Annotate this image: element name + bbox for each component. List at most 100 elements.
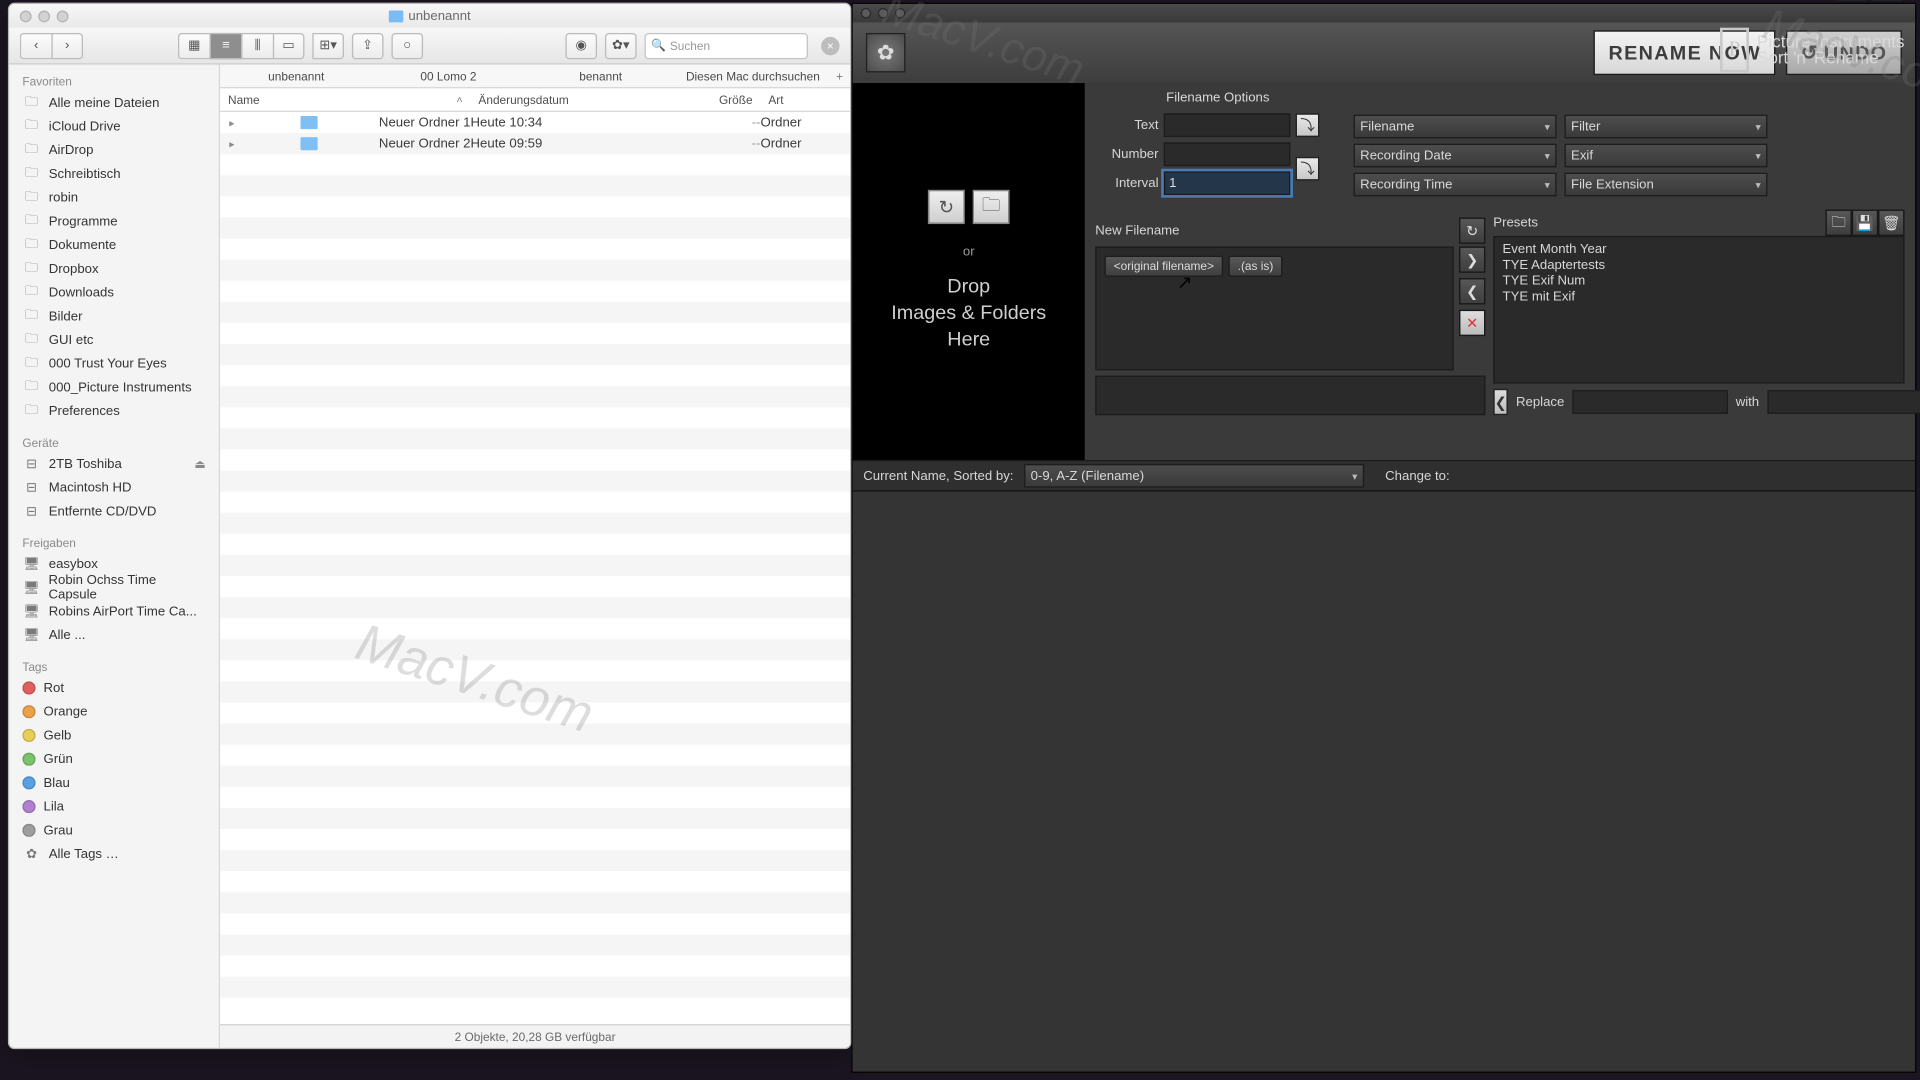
path-item[interactable]: Diesen Mac durchsuchen bbox=[677, 69, 829, 82]
preset-item[interactable]: Event Month Year bbox=[1503, 243, 1896, 257]
view-list[interactable]: ≡ bbox=[210, 32, 242, 58]
preset-folder-button[interactable]: 🗀 bbox=[1825, 210, 1851, 236]
sidebar-item[interactable]: 🗀Dropbox bbox=[9, 257, 219, 281]
settings-button[interactable]: ✿ bbox=[866, 33, 906, 73]
sidebar-item[interactable]: 🗀GUI etc bbox=[9, 328, 219, 352]
tag-as-is[interactable]: .(as is) bbox=[1228, 256, 1282, 277]
preset-item[interactable]: TYE mit Exif bbox=[1503, 290, 1896, 304]
sidebar-tag[interactable]: Blau bbox=[9, 771, 219, 795]
interval-input[interactable] bbox=[1164, 171, 1291, 195]
sidebar-item[interactable]: 🗀Schreibtisch bbox=[9, 162, 219, 186]
tags-button[interactable]: ○ bbox=[391, 32, 423, 58]
reset-filename-button[interactable]: ↻ bbox=[1459, 217, 1485, 243]
presets-list[interactable]: Event Month YearTYE Adaptertests TYE Exif… bbox=[1493, 236, 1904, 384]
sidebar-item[interactable]: 🗀Preferences bbox=[9, 399, 219, 423]
finder-titlebar[interactable]: unbenannt bbox=[9, 4, 850, 28]
sidebar-share[interactable]: 🖥Alle ... bbox=[9, 623, 219, 647]
replace-find-input[interactable] bbox=[1572, 390, 1728, 414]
results-area[interactable] bbox=[853, 492, 1915, 1072]
insert-text-button[interactable]: ⤵ bbox=[1296, 113, 1320, 137]
back-button[interactable]: ‹ bbox=[20, 32, 52, 58]
new-tab-button[interactable]: + bbox=[829, 69, 850, 82]
filter-combo[interactable]: Filter▾ bbox=[1564, 115, 1767, 139]
folder-icon: 🗀 bbox=[22, 190, 40, 206]
exif-combo[interactable]: Exif▾ bbox=[1564, 144, 1767, 168]
sidebar-item[interactable]: 🗀robin bbox=[9, 186, 219, 210]
help-button[interactable]: ? bbox=[1873, 0, 1902, 1]
sidebar-item[interactable]: 🗀000_Picture Instruments bbox=[9, 376, 219, 400]
preset-item[interactable]: TYE Exif Num bbox=[1503, 274, 1896, 288]
search-clear[interactable]: × bbox=[821, 36, 839, 54]
sidebar-device[interactable]: ⊟2TB Toshiba⏏ bbox=[9, 452, 219, 476]
file-extension-combo[interactable]: File Extension▾ bbox=[1564, 173, 1767, 197]
sidebar-item[interactable]: 🗀Alle meine Dateien bbox=[9, 91, 219, 115]
move-left-button[interactable]: ❮ bbox=[1459, 278, 1485, 304]
sidebar-tag[interactable]: Grau bbox=[9, 818, 219, 842]
col-kind[interactable]: Art bbox=[760, 93, 850, 106]
move-right-button[interactable]: ❯ bbox=[1459, 246, 1485, 272]
preset-save-button[interactable]: 💾 bbox=[1852, 210, 1878, 236]
change-to-label: Change to: bbox=[1385, 469, 1449, 483]
sidebar-device[interactable]: ⊟Entfernte CD/DVD bbox=[9, 500, 219, 524]
replace-toggle[interactable]: ❮ bbox=[1493, 389, 1508, 415]
info-button[interactable]: i bbox=[1837, 0, 1866, 1]
empty-row bbox=[220, 492, 850, 513]
sidebar-item[interactable]: 🗀Programme bbox=[9, 210, 219, 234]
arrange-button[interactable]: ⊞▾ bbox=[312, 32, 344, 58]
sort-mode-combo[interactable]: 0-9, A-Z (Filename)▾ bbox=[1024, 464, 1364, 488]
share-button[interactable]: ⇪ bbox=[352, 32, 384, 58]
sidebar-share[interactable]: 🖥Robin Ochss Time Capsule bbox=[9, 576, 219, 600]
preset-item[interactable]: TYE Adaptertests bbox=[1503, 258, 1896, 272]
view-columns[interactable]: ⫼ bbox=[241, 32, 273, 58]
view-icon[interactable]: ▦ bbox=[178, 32, 210, 58]
sidebar-tag[interactable]: Grün bbox=[9, 747, 219, 771]
action-button[interactable]: ✿▾ bbox=[605, 32, 637, 58]
filename-template[interactable]: <original filename> .(as is) bbox=[1095, 246, 1453, 370]
sidebar-tag[interactable]: Lila bbox=[9, 795, 219, 819]
preset-delete-button[interactable]: 🗑 bbox=[1878, 210, 1904, 236]
tag-original-filename[interactable]: <original filename> bbox=[1104, 256, 1223, 277]
number-input[interactable] bbox=[1164, 142, 1291, 166]
filename-combo[interactable]: Filename▾ bbox=[1354, 115, 1557, 139]
insert-number-button[interactable]: ⤵ bbox=[1296, 157, 1320, 181]
table-row[interactable]: ▸Neuer Ordner 2 Heute 09:59 -- Ordner bbox=[220, 133, 850, 154]
folder-icon: 🗀 bbox=[22, 142, 40, 158]
col-name[interactable]: Name˄ bbox=[220, 93, 470, 106]
path-item[interactable]: unbenannt bbox=[220, 69, 372, 82]
forward-button[interactable]: › bbox=[51, 32, 83, 58]
folder-icon: 🗀 bbox=[22, 237, 40, 253]
replace-with-input[interactable] bbox=[1767, 390, 1920, 414]
open-folder-button[interactable]: 🗀 bbox=[973, 190, 1010, 224]
sidebar-device[interactable]: ⊟Macintosh HD bbox=[9, 476, 219, 500]
recording-date-combo[interactable]: Recording Date▾ bbox=[1354, 144, 1557, 168]
disclosure-icon[interactable]: ▸ bbox=[225, 138, 238, 150]
eject-icon[interactable]: ⏏ bbox=[194, 457, 205, 471]
search-field[interactable]: 🔍 Suchen bbox=[645, 32, 808, 58]
sidebar-item[interactable]: 🗀Bilder bbox=[9, 304, 219, 328]
disclosure-icon[interactable]: ▸ bbox=[225, 117, 238, 129]
drop-zone[interactable]: ↻ 🗀 or Drop Images & Folders Here bbox=[853, 83, 1085, 460]
col-size[interactable]: Größe bbox=[681, 93, 760, 106]
file-list[interactable]: ▸Neuer Ordner 1 Heute 10:34 -- Ordner ▸N… bbox=[220, 112, 850, 1024]
view-coverflow[interactable]: ▭ bbox=[273, 32, 305, 58]
table-row[interactable]: ▸Neuer Ordner 1 Heute 10:34 -- Ordner bbox=[220, 112, 850, 133]
sidebar-item[interactable]: 🗀Downloads bbox=[9, 281, 219, 305]
sidebar-tag[interactable]: Orange bbox=[9, 700, 219, 724]
app-titlebar[interactable] bbox=[853, 4, 1915, 22]
sidebar-item[interactable]: 🗀000 Trust Your Eyes bbox=[9, 352, 219, 376]
sidebar-tag[interactable]: Rot bbox=[9, 676, 219, 700]
quicklook-button[interactable]: ◉ bbox=[565, 32, 597, 58]
col-date[interactable]: Änderungsdatum bbox=[471, 93, 682, 106]
path-item[interactable]: 00 Lomo 2 bbox=[372, 69, 524, 82]
sidebar-item[interactable]: 🗀Dokumente bbox=[9, 233, 219, 257]
recording-time-combo[interactable]: Recording Time▾ bbox=[1354, 173, 1557, 197]
delete-tag-button[interactable]: ✕ bbox=[1459, 310, 1485, 336]
path-item[interactable]: benannt bbox=[525, 69, 677, 82]
sidebar-share[interactable]: 🖥Robins AirPort Time Ca... bbox=[9, 600, 219, 624]
refresh-dropzone-button[interactable]: ↻ bbox=[928, 190, 965, 224]
sidebar-all-tags[interactable]: ✿Alle Tags … bbox=[9, 842, 219, 866]
text-input[interactable] bbox=[1164, 113, 1291, 137]
sidebar-tag[interactable]: Gelb bbox=[9, 724, 219, 748]
sidebar-item[interactable]: 🗀iCloud Drive bbox=[9, 115, 219, 139]
sidebar-item[interactable]: 🗀AirDrop bbox=[9, 138, 219, 162]
